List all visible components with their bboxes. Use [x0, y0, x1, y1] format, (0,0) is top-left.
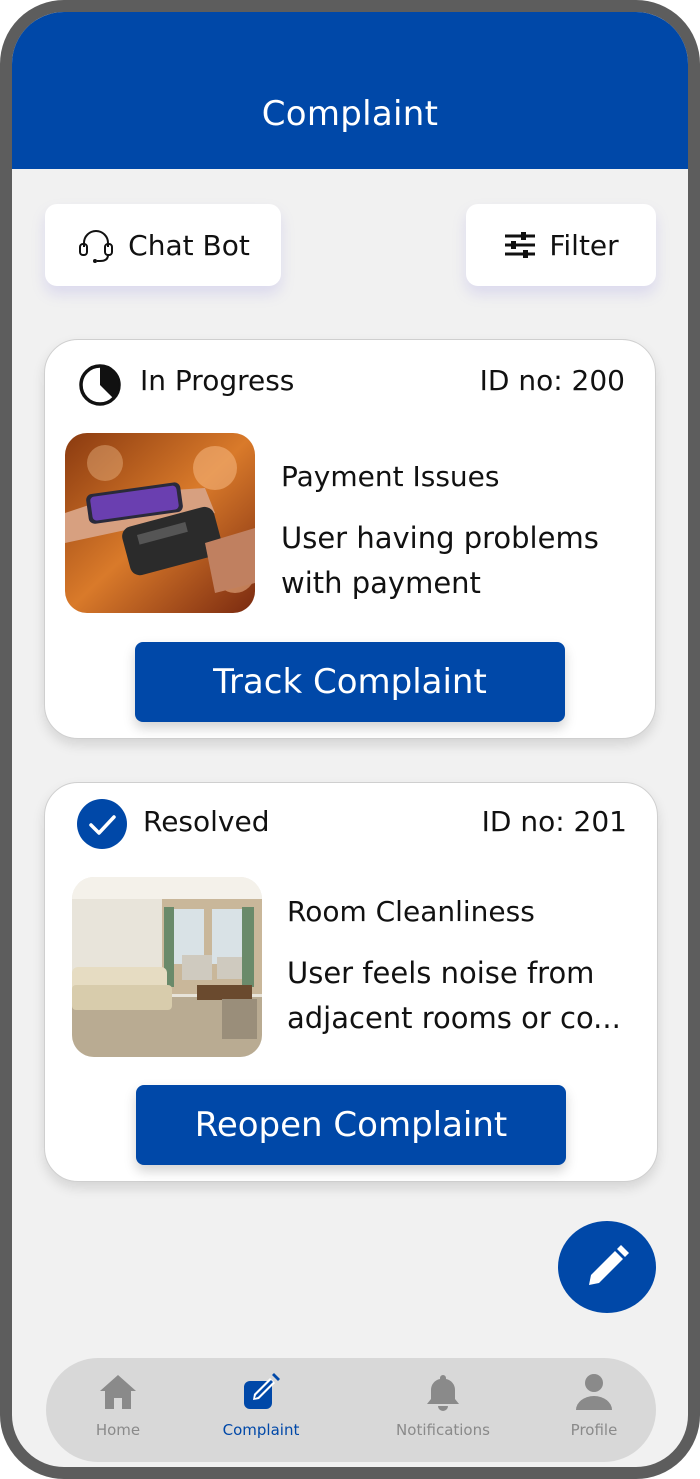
nav-item-notifications[interactable]: Notifications [383, 1358, 503, 1462]
chat-bot-button[interactable]: Chat Bot [45, 204, 281, 286]
nav-item-home[interactable]: Home [58, 1358, 178, 1462]
hotel-room-photo [72, 877, 262, 1057]
phone-frame: Complaint Chat Bot Filter In Progress ID… [0, 0, 700, 1479]
check-circle-icon [77, 799, 127, 849]
filter-label: Filter [549, 228, 619, 262]
edit-square-icon [244, 1373, 280, 1409]
nav-item-complaint[interactable]: Complaint [201, 1358, 321, 1462]
complaint-id: ID no: 200 [479, 364, 625, 397]
bottom-nav: Home Complaint Notifications Profile [46, 1358, 656, 1462]
complaint-description: User feels noise from adjacent rooms or … [287, 956, 621, 1035]
complaint-card: Resolved ID no: 201 Room Cleanliness Use… [44, 782, 658, 1182]
reopen-complaint-button[interactable]: Reopen Complaint [136, 1085, 566, 1165]
complaint-title: Room Cleanliness [287, 895, 535, 928]
headset-icon [79, 230, 114, 263]
new-complaint-fab[interactable] [558, 1221, 656, 1313]
sliders-icon [505, 232, 536, 258]
complaint-id: ID no: 201 [481, 805, 627, 838]
nav-label: Complaint [222, 1421, 300, 1439]
pencil-icon [589, 1245, 629, 1285]
nav-label: Home [95, 1421, 141, 1439]
nav-label: Profile [570, 1421, 618, 1439]
status-label: In Progress [140, 364, 295, 397]
nav-label: Notifications [396, 1421, 490, 1439]
bell-icon [427, 1375, 459, 1411]
app-header: Complaint [12, 12, 688, 169]
progress-pie-icon [79, 364, 121, 406]
track-complaint-button[interactable]: Track Complaint [135, 642, 565, 722]
complaint-title: Payment Issues [281, 460, 500, 493]
complaint-card: In Progress ID no: 200 Payment Issues Us… [44, 339, 656, 739]
status-label: Resolved [143, 805, 270, 838]
card-payment-photo [65, 433, 255, 613]
complaint-description: User having problems with payment [281, 521, 599, 600]
nav-item-profile[interactable]: Profile [534, 1358, 654, 1462]
home-icon [100, 1375, 136, 1409]
filter-button[interactable]: Filter [466, 204, 656, 286]
chat-bot-label: Chat Bot [128, 228, 250, 262]
user-icon [576, 1374, 612, 1410]
page-title: Complaint [261, 94, 439, 134]
